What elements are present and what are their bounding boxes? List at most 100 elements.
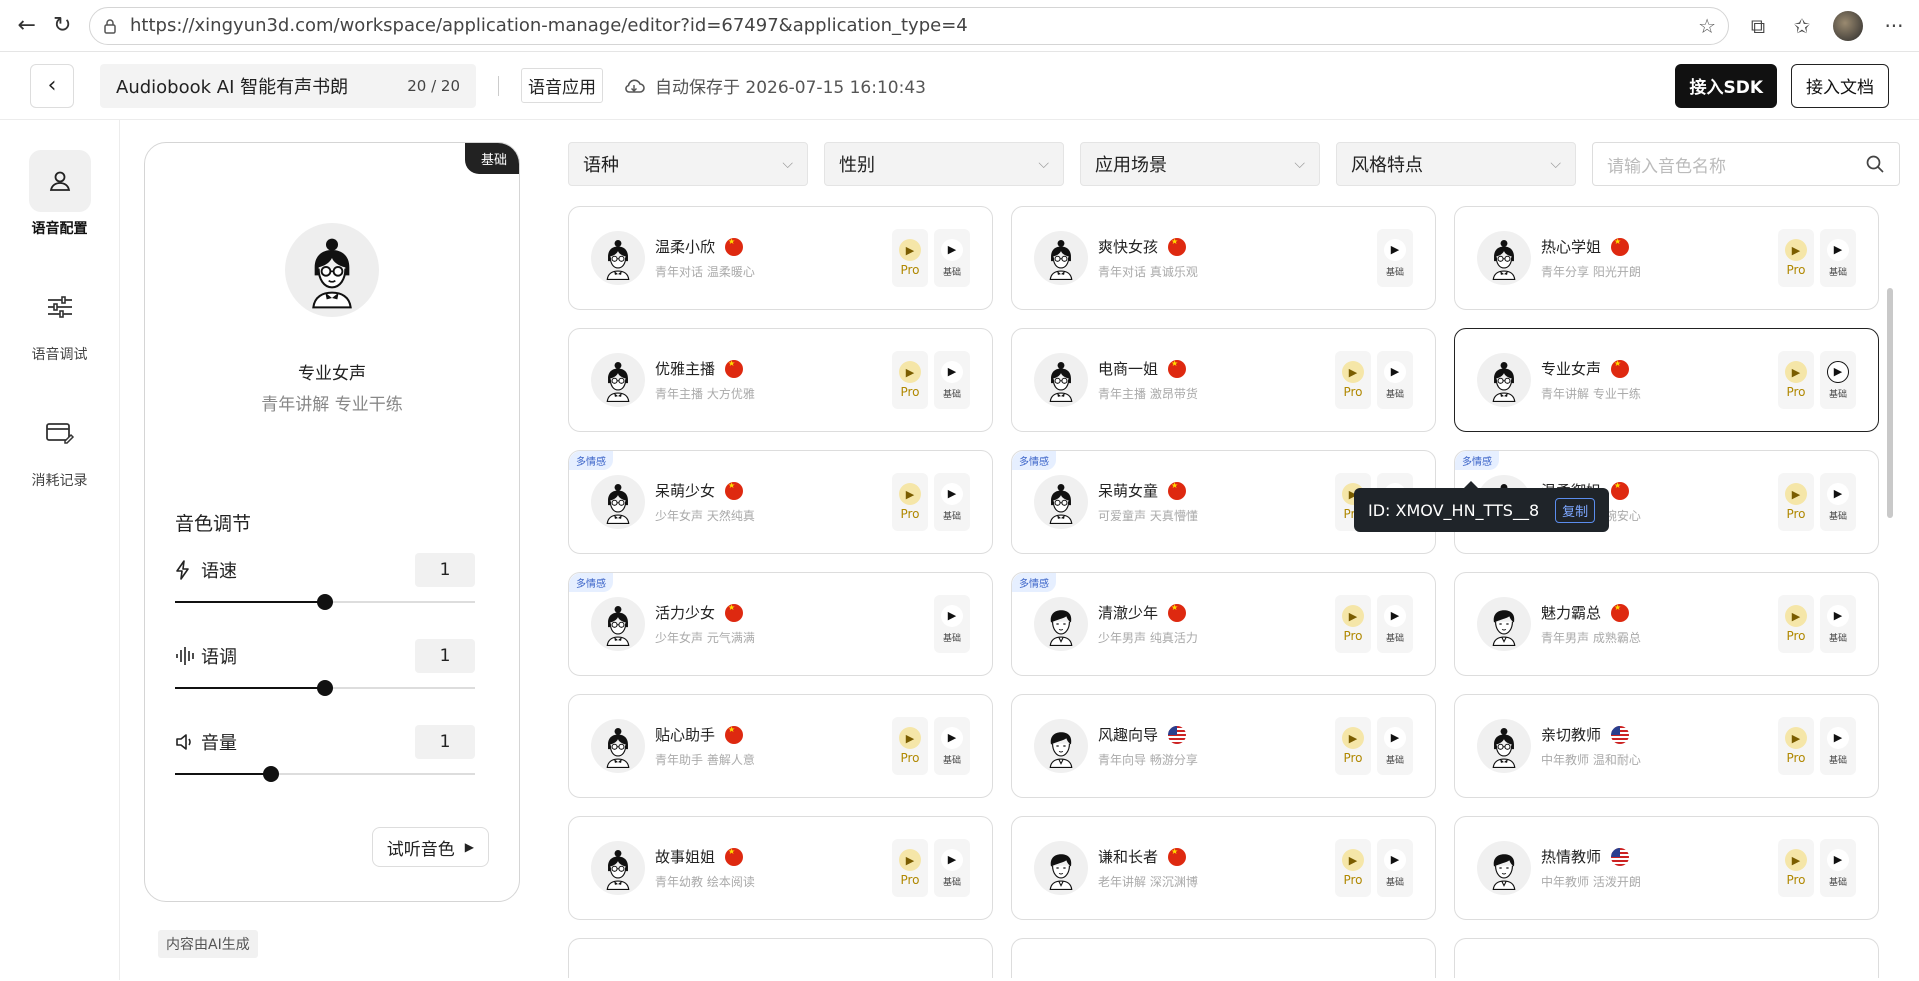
side-nav: 语音配置 语音调试 消耗记录 [0,120,120,980]
sidebar-item-usage-records[interactable]: 消耗记录 [29,402,91,490]
profile-avatar[interactable] [1833,10,1863,41]
play-basic-button[interactable]: ▶ 基础 [1377,229,1413,287]
play-pro-button[interactable]: ▶ Pro [1778,595,1814,653]
scrollbar[interactable] [1887,288,1893,518]
play-pro-button[interactable]: ▶ Pro [892,229,928,287]
app-title-input[interactable]: Audiobook AI 智能有声书朗 20 / 20 [100,63,476,108]
voice-card[interactable]: 风趣向导 青年向导 畅游分享 ▶ Pro ▶ 基础 [1011,694,1436,798]
play-pro-label: Pro [1786,629,1806,643]
play-icon: ▶ [1342,727,1364,749]
slider-knob[interactable] [263,766,279,782]
voice-card[interactable]: 多情感活力少女少年女声 元气满满 ▶ 基础 [568,572,993,676]
address-bar[interactable]: https://xingyun3d.com/workspace/applicat… [89,6,1729,45]
voice-grid-next-row [568,938,1919,978]
voice-card[interactable]: 热心学姐青年分享 阳光开朗 ▶ Pro ▶ 基础 [1454,206,1879,310]
filter-language[interactable]: 语种 ⌵ [568,142,808,186]
search-input[interactable]: 请输入音色名称 [1592,142,1900,186]
play-pro-button[interactable]: ▶ Pro [1335,717,1371,775]
play-pro-button[interactable]: ▶ Pro [892,351,928,409]
play-pro-button[interactable]: ▶ Pro [1778,839,1814,897]
play-basic-label: 基础 [1385,755,1404,766]
voice-card[interactable]: 故事姐姐青年幼教 绘本阅读 ▶ Pro ▶ 基础 [568,816,993,920]
voice-card[interactable]: 谦和长者老年讲解 深沉渊博 ▶ Pro ▶ 基础 [1011,816,1436,920]
pitch-value[interactable]: 1 [415,639,475,673]
chevron-down-icon: ⌵ [1294,156,1305,172]
play-basic-button[interactable]: ▶ 基础 [1820,229,1856,287]
voice-card[interactable]: 贴心助手青年助手 善解人意 ▶ Pro ▶ 基础 [568,694,993,798]
voice-id-tooltip: ID: XMOV_HN_TTS__8 复制 [1354,481,1610,532]
voice-card[interactable]: 多情感清澈少年少年男声 纯真活力 ▶ Pro ▶ 基础 [1011,572,1436,676]
filter-style[interactable]: 风格特点 ⌵ [1336,142,1576,186]
play-basic-button[interactable]: ▶ 基础 [1820,717,1856,775]
voice-card[interactable]: 专业女声青年讲解 专业干练 ▶ Pro ▶ 基础 [1454,328,1879,432]
play-pro-label: Pro [1786,385,1806,399]
play-basic-button[interactable]: ▶ 基础 [934,351,970,409]
speed-slider-row: 语速 1 [175,553,475,610]
filter-scenario[interactable]: 应用场景 ⌵ [1080,142,1320,186]
play-pro-button[interactable]: ▶ Pro [1335,351,1371,409]
more-icon[interactable]: ··· [1881,13,1907,39]
extension-icon[interactable]: ⧉ [1745,13,1771,39]
play-pro-button[interactable]: ▶ Pro [1335,595,1371,653]
play-pro-button[interactable]: ▶ Pro [1778,717,1814,775]
listen-button[interactable]: 试听音色 ▶ [371,827,489,867]
play-pro-button[interactable]: ▶ Pro [1335,839,1371,897]
play-basic-button[interactable]: ▶ 基础 [934,717,970,775]
docs-button[interactable]: 接入文档 [1791,63,1889,108]
voice-card-partial[interactable] [1011,938,1436,978]
play-basic-button[interactable]: ▶ 基础 [1377,717,1413,775]
play-basic-button[interactable]: ▶ 基础 [1377,595,1413,653]
play-pro-button[interactable]: ▶ Pro [1778,473,1814,531]
slider-knob[interactable] [317,680,333,696]
play-basic-button[interactable]: ▶ 基础 [1820,351,1856,409]
star-icon[interactable]: ☆ [1698,14,1716,38]
play-basic-button[interactable]: ▶ 基础 [934,473,970,531]
slider-knob[interactable] [317,594,333,610]
voice-card[interactable]: 多情感呆萌少女少年女声 天然纯真 ▶ Pro ▶ 基础 [568,450,993,554]
voice-card[interactable]: 爽快女孩青年对话 真诚乐观 ▶ 基础 [1011,206,1436,310]
listen-label: 试听音色 [386,839,455,860]
play-basic-button[interactable]: ▶ 基础 [934,839,970,897]
pitch-slider[interactable] [175,680,475,696]
voice-card[interactable]: 优雅主播青年主播 大方优雅 ▶ Pro ▶ 基础 [568,328,993,432]
play-pro-label: Pro [1786,873,1806,887]
voice-card[interactable]: 魅力霸总青年男声 成熟霸总 ▶ Pro ▶ 基础 [1454,572,1879,676]
copy-button[interactable]: 复制 [1555,497,1596,523]
play-basic-button[interactable]: ▶ 基础 [1377,839,1413,897]
play-icon: ▶ [941,726,963,749]
play-pro-button[interactable]: ▶ Pro [892,717,928,775]
speed-slider[interactable] [175,594,475,610]
back-arrow-icon[interactable]: ← [12,9,42,43]
volume-value[interactable]: 1 [415,725,475,759]
play-basic-button[interactable]: ▶ 基础 [934,229,970,287]
favorites-icon[interactable]: ✩ [1789,13,1815,39]
voice-card-partial[interactable] [568,938,993,978]
voice-card[interactable]: 温柔小欣青年对话 温柔暖心 ▶ Pro ▶ 基础 [568,206,993,310]
sidebar-item-voice-config[interactable]: 语音配置 [28,150,91,238]
play-icon: ▶ [1785,483,1807,505]
avatar-male-icon [1477,597,1531,651]
play-basic-button[interactable]: ▶ 基础 [1820,839,1856,897]
speed-value[interactable]: 1 [415,553,475,587]
play-basic-button[interactable]: ▶ 基础 [1377,351,1413,409]
voice-card[interactable]: 电商一姐青年主播 激昂带货 ▶ Pro ▶ 基础 [1011,328,1436,432]
play-basic-button[interactable]: ▶ 基础 [1820,595,1856,653]
voice-card-name: 亲切教师 [1541,726,1602,744]
play-pro-button[interactable]: ▶ Pro [1778,229,1814,287]
sdk-button[interactable]: 接入SDK [1675,63,1777,108]
filter-gender[interactable]: 性别 ⌵ [824,142,1064,186]
volume-slider[interactable] [175,766,475,782]
back-button[interactable]: ‹ [30,63,74,108]
play-basic-button[interactable]: ▶ 基础 [1820,473,1856,531]
play-pro-button[interactable]: ▶ Pro [1778,351,1814,409]
voice-card[interactable]: 亲切教师 中年教师 温和耐心 ▶ Pro ▶ 基础 [1454,694,1879,798]
avatar-female-icon [591,597,645,651]
voice-card-partial[interactable] [1454,938,1879,978]
play-pro-button[interactable]: ▶ Pro [892,839,928,897]
play-pro-button[interactable]: ▶ Pro [892,473,928,531]
play-basic-button[interactable]: ▶ 基础 [934,595,970,653]
reload-icon[interactable]: ↻ [48,9,78,43]
sidebar-item-voice-debug[interactable]: 语音调试 [29,276,91,364]
voice-card-desc: 青年对话 真诚乐观 [1098,265,1198,279]
voice-card[interactable]: 热情教师 中年教师 活泼开朗 ▶ Pro ▶ 基础 [1454,816,1879,920]
